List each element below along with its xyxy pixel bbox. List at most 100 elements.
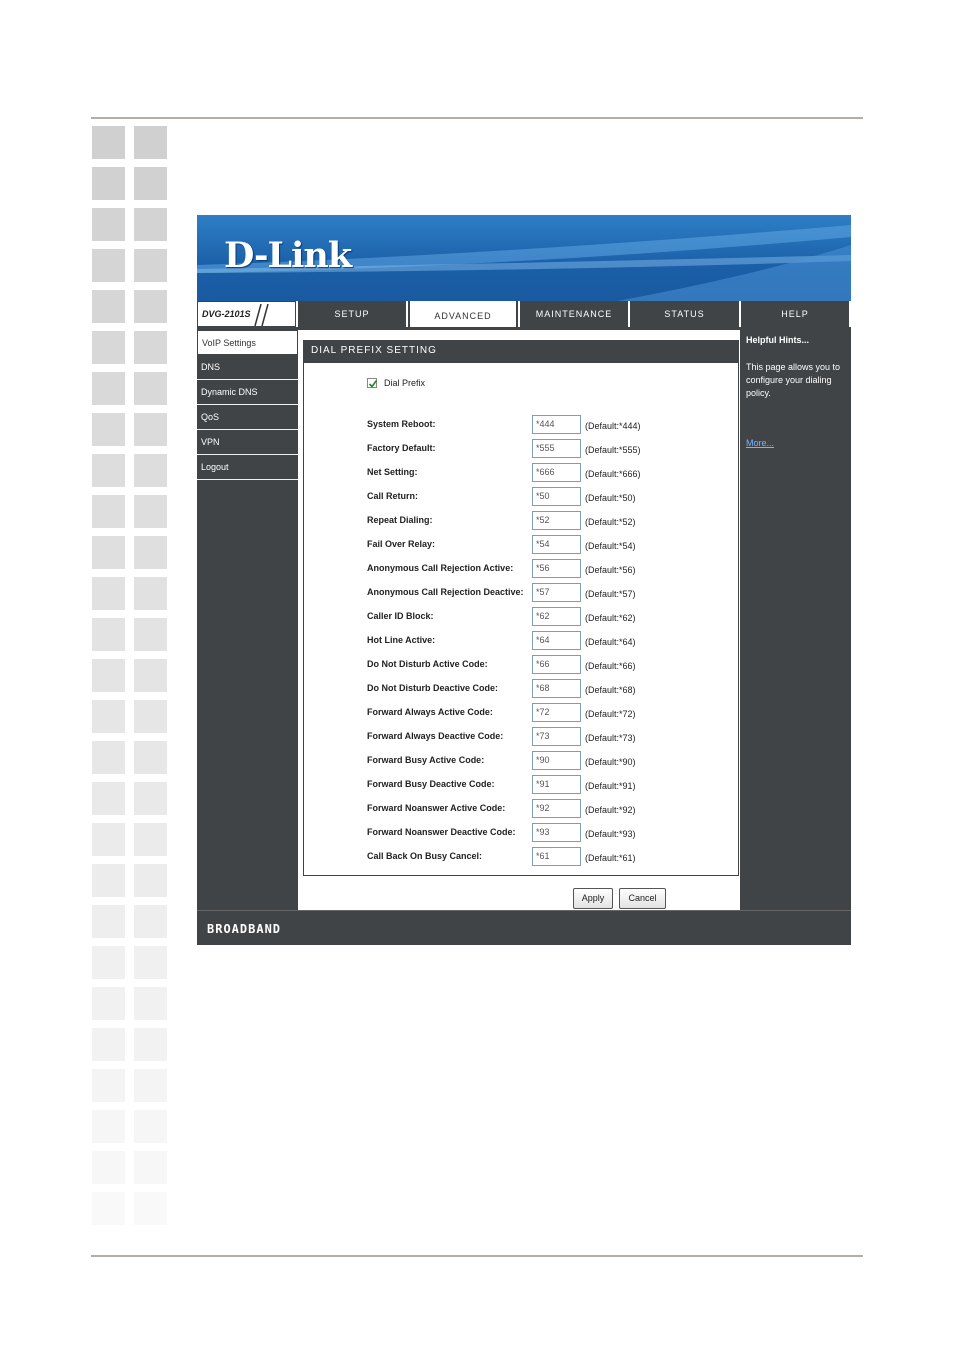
- prefix-default-value: (Default:*90): [585, 757, 636, 767]
- hints-text: This page allows you to configure your d…: [746, 362, 841, 398]
- tab-status[interactable]: STATUS: [630, 301, 739, 327]
- prefix-row: Do Not Disturb Deactive Code: *68 (Default…: [304, 679, 738, 701]
- decorative-tile: [92, 536, 125, 569]
- prefix-code-input[interactable]: *56: [532, 559, 581, 578]
- hints-more-link[interactable]: More...: [746, 438, 774, 448]
- decorative-tile: [134, 905, 167, 938]
- dial-prefix-checkbox[interactable]: [367, 378, 378, 388]
- sidebar-item-voip-settings[interactable]: VoIP Settings: [197, 330, 298, 355]
- prefix-code-input[interactable]: *61: [532, 847, 581, 866]
- top-navigation: DVG-2101S SETUP ADVANCED MAINTENANCE STA…: [197, 301, 851, 327]
- decorative-tile: [134, 208, 167, 241]
- sidebar-item-logout[interactable]: Logout: [197, 455, 298, 480]
- tab-help[interactable]: HELP: [741, 301, 849, 327]
- decorative-tile: [134, 946, 167, 979]
- prefix-code-input[interactable]: *666: [532, 463, 581, 482]
- decorative-tile: [92, 290, 125, 323]
- decorative-tile: [92, 577, 125, 610]
- prefix-code-input[interactable]: *72: [532, 703, 581, 722]
- prefix-code-input[interactable]: *64: [532, 631, 581, 650]
- prefix-default-value: (Default:*66): [585, 661, 636, 671]
- prefix-default-value: (Default:*54): [585, 541, 636, 551]
- decorative-tile: [92, 1151, 125, 1184]
- prefix-code-input[interactable]: *54: [532, 535, 581, 554]
- tab-maintenance[interactable]: MAINTENANCE: [520, 301, 628, 327]
- prefix-code-input[interactable]: *73: [532, 727, 581, 746]
- apply-button[interactable]: Apply: [573, 888, 613, 909]
- decorative-tile: [134, 1192, 167, 1225]
- prefix-row-label: Forward Always Active Code:: [367, 707, 493, 717]
- prefix-row: Fail Over Relay: *54 (Default:*54): [304, 535, 738, 557]
- prefix-row: Anonymous Call Rejection Deactive: *57 (De…: [304, 583, 738, 605]
- prefix-default-value: (Default:*92): [585, 805, 636, 815]
- prefix-code-input[interactable]: *50: [532, 487, 581, 506]
- decorative-tile: [134, 1028, 167, 1061]
- prefix-row: Forward Busy Deactive Code: *91 (Default:*…: [304, 775, 738, 797]
- decorative-tile: [134, 741, 167, 774]
- prefix-code-input[interactable]: *66: [532, 655, 581, 674]
- dial-prefix-form: Dial Prefix System Reboot: *444 (Default:*…: [303, 362, 739, 876]
- slash-icon: [254, 304, 269, 326]
- prefix-row: Forward Noanswer Deactive Code: *93 (Defau…: [304, 823, 738, 845]
- checkmark-icon: [368, 380, 378, 388]
- prefix-row-label: System Reboot:: [367, 419, 436, 429]
- decorative-tile: [134, 331, 167, 364]
- helpful-hints-panel: Helpful Hints... This page allows you to…: [742, 330, 851, 910]
- prefix-code-input[interactable]: *62: [532, 607, 581, 626]
- prefix-default-value: (Default:*444): [585, 421, 641, 431]
- tab-setup[interactable]: SETUP: [298, 301, 406, 327]
- decorative-tile: [92, 905, 125, 938]
- prefix-default-value: (Default:*57): [585, 589, 636, 599]
- decorative-tile: [92, 126, 125, 159]
- prefix-code-input[interactable]: *90: [532, 751, 581, 770]
- decorative-tile: [92, 249, 125, 282]
- decorative-tile: [92, 1069, 125, 1102]
- d-link-logo: D-Link: [224, 235, 352, 276]
- sidebar-item-qos[interactable]: QoS: [197, 405, 298, 430]
- prefix-default-value: (Default:*62): [585, 613, 636, 623]
- prefix-row: Caller ID Block: *62 (Default:*62): [304, 607, 738, 629]
- sidebar-menu: VoIP Settings DNS Dynamic DNS QoS VPN Lo…: [197, 330, 298, 480]
- decorative-tile: [134, 782, 167, 815]
- prefix-code-input[interactable]: *444: [532, 415, 581, 434]
- prefix-row: Forward Busy Active Code: *90 (Default:*90…: [304, 751, 738, 773]
- cancel-button[interactable]: Cancel: [619, 888, 666, 909]
- prefix-code-input[interactable]: *93: [532, 823, 581, 842]
- sidebar-item-dynamic-dns[interactable]: Dynamic DNS: [197, 380, 298, 405]
- decorative-tile: [134, 823, 167, 856]
- decorative-tile: [92, 741, 125, 774]
- prefix-code-input[interactable]: *68: [532, 679, 581, 698]
- prefix-row-label: Call Back On Busy Cancel:: [367, 851, 483, 861]
- prefix-row-label: Caller ID Block:: [367, 611, 434, 621]
- decorative-tile: [134, 126, 167, 159]
- prefix-code-input[interactable]: *52: [532, 511, 581, 530]
- prefix-default-value: (Default:*68): [585, 685, 636, 695]
- prefix-row-label: Anonymous Call Rejection Active:: [367, 563, 514, 573]
- prefix-default-value: (Default:*72): [585, 709, 636, 719]
- decorative-tile: [134, 864, 167, 897]
- decorative-tile: [92, 823, 125, 856]
- prefix-code-input[interactable]: *91: [532, 775, 581, 794]
- prefix-row: Call Return: *50 (Default:*50): [304, 487, 738, 509]
- decorative-tile: [134, 577, 167, 610]
- sidebar-item-vpn[interactable]: VPN: [197, 430, 298, 455]
- prefix-row-label: Forward Noanswer Deactive Code:: [367, 827, 516, 837]
- hints-title: Helpful Hints...: [746, 335, 809, 345]
- prefix-row: Net Setting: *666 (Default:*666): [304, 463, 738, 485]
- prefix-row-label: Fail Over Relay:: [367, 539, 436, 549]
- decorative-tile: [92, 618, 125, 651]
- prefix-code-input[interactable]: *57: [532, 583, 581, 602]
- prefix-default-value: (Default:*73): [585, 733, 636, 743]
- prefix-code-input[interactable]: *92: [532, 799, 581, 818]
- sidebar-item-dns[interactable]: DNS: [197, 355, 298, 380]
- decorative-tile: [92, 987, 125, 1020]
- decorative-tile: [134, 618, 167, 651]
- prefix-row-label: Forward Always Deactive Code:: [367, 731, 504, 741]
- tab-advanced[interactable]: ADVANCED: [408, 301, 518, 327]
- decorative-tile: [134, 290, 167, 323]
- decorative-tile: [92, 782, 125, 815]
- prefix-row-label: Repeat Dialing:: [367, 515, 433, 525]
- prefix-default-value: (Default:*91): [585, 781, 636, 791]
- prefix-code-input[interactable]: *555: [532, 439, 581, 458]
- prefix-row: Forward Always Deactive Code: *73 (Default…: [304, 727, 738, 749]
